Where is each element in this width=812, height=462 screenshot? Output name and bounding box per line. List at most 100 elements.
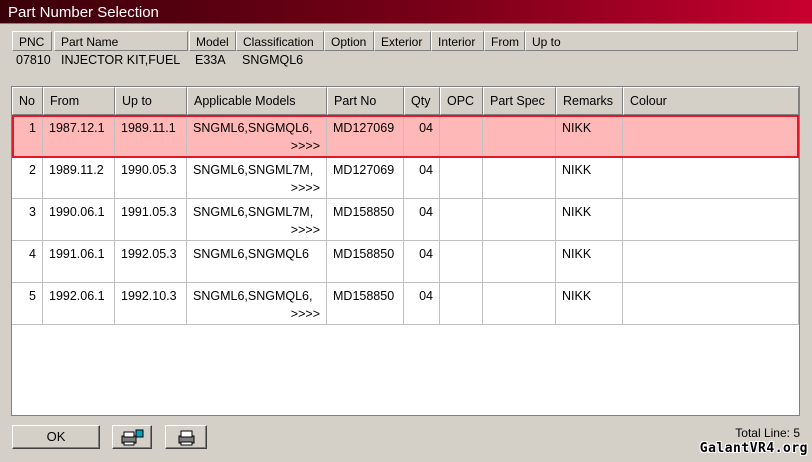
cell-partno-text: MD158850: [333, 205, 395, 219]
print-preview-icon: [121, 429, 144, 446]
cell-models: SNGML6,SNGMQL6, >>>>: [187, 283, 327, 325]
more-models-indicator[interactable]: >>>>: [193, 307, 320, 321]
ok-button[interactable]: OK: [12, 425, 100, 449]
cell-spec: [483, 199, 556, 241]
grid-col-part-spec[interactable]: Part Spec: [483, 87, 556, 115]
cell-models: SNGML6,SNGML7M, >>>>: [187, 157, 327, 199]
header-col-model: Model: [189, 31, 236, 51]
cell-no: 5: [12, 283, 43, 325]
cell-upto: 1989.11.1: [115, 115, 187, 157]
cell-partno: MD158850: [327, 283, 404, 325]
header-col-classification: Classification: [236, 31, 324, 51]
cell-partno-text: MD127069: [333, 121, 395, 135]
cell-models-text: SNGML6,SNGMQL6,: [193, 121, 313, 135]
cell-remarks-text: NIKK: [562, 163, 592, 177]
title-bar: Part Number Selection: [0, 0, 812, 24]
cell-no-text: 2: [29, 163, 36, 177]
table-row[interactable]: 1 1987.12.1 1989.11.1 SNGML6,SNGMQL6, >>>> MD…: [12, 115, 799, 157]
part-info-values: 07810 INJECTOR KIT,FUEL E33A SNGMQL6: [12, 53, 798, 71]
cell-colour: [623, 241, 799, 283]
cell-from: 1990.06.1: [43, 199, 115, 241]
cell-from-text: 1991.06.1: [49, 247, 105, 261]
cell-qty: 04: [404, 115, 440, 157]
cell-remarks-text: NIKK: [562, 247, 592, 261]
grid-col-applicable-models[interactable]: Applicable Models: [187, 87, 327, 115]
header-col-option: Option: [324, 31, 374, 51]
cell-qty: 04: [404, 157, 440, 199]
cell-from: 1989.11.2: [43, 157, 115, 199]
header-col-exterior: Exterior: [374, 31, 431, 51]
cell-no-text: 4: [29, 247, 36, 261]
print-button[interactable]: [165, 425, 207, 449]
cell-partno-text: MD158850: [333, 247, 395, 261]
cell-spec: [483, 241, 556, 283]
cell-models-text: SNGML6,SNGML7M,: [193, 205, 314, 219]
grid-col-from[interactable]: From: [43, 87, 115, 115]
cell-opc: [440, 199, 483, 241]
cell-opc: [440, 283, 483, 325]
cell-qty-text: 04: [419, 247, 433, 261]
more-models-indicator[interactable]: >>>>: [193, 223, 320, 237]
print-preview-button[interactable]: [112, 425, 152, 449]
cell-remarks-text: NIKK: [562, 205, 592, 219]
table-row[interactable]: 5 1992.06.1 1992.10.3 SNGML6,SNGMQL6, >>>> MD…: [12, 283, 799, 325]
cell-colour: [623, 157, 799, 199]
cell-partno-text: MD158850: [333, 289, 395, 303]
cell-from: 1987.12.1: [43, 115, 115, 157]
table-row[interactable]: 2 1989.11.2 1990.05.3 SNGML6,SNGML7M, >>>> MD…: [12, 157, 799, 199]
header-col-part-name: Part Name: [54, 31, 188, 51]
value-pnc: 07810: [16, 53, 51, 67]
header-col-pnc: PNC: [12, 31, 52, 51]
part-number-grid[interactable]: No From Up to Applicable Models Part No …: [11, 86, 800, 416]
cell-remarks: NIKK: [556, 199, 623, 241]
window-title: Part Number Selection: [8, 4, 159, 21]
cell-upto: 1992.10.3: [115, 283, 187, 325]
part-info-header: PNC Part Name Model Classification Optio…: [12, 31, 798, 51]
cell-colour: [623, 199, 799, 241]
cell-qty-text: 04: [419, 163, 433, 177]
cell-partno: MD127069: [327, 157, 404, 199]
grid-col-no[interactable]: No: [12, 87, 43, 115]
cell-no: 1: [12, 115, 43, 157]
grid-col-opc[interactable]: OPC: [440, 87, 483, 115]
cell-remarks-text: NIKK: [562, 289, 592, 303]
cell-remarks: NIKK: [556, 115, 623, 157]
grid-col-qty[interactable]: Qty: [404, 87, 440, 115]
cell-remarks-text: NIKK: [562, 121, 592, 135]
header-col-upto: Up to: [525, 31, 798, 51]
cell-from-text: 1990.06.1: [49, 205, 105, 219]
cell-models-text: SNGML6,SNGML7M,: [193, 163, 314, 177]
cell-upto: 1991.05.3: [115, 199, 187, 241]
cell-from: 1992.06.1: [43, 283, 115, 325]
cell-spec: [483, 283, 556, 325]
cell-upto: 1992.05.3: [115, 241, 187, 283]
cell-remarks: NIKK: [556, 241, 623, 283]
cell-models-text: SNGML6,SNGMQL6,: [193, 289, 313, 303]
cell-no: 2: [12, 157, 43, 199]
header-col-from: From: [484, 31, 525, 51]
cell-opc: [440, 241, 483, 283]
grid-col-colour[interactable]: Colour: [623, 87, 799, 115]
grid-col-upto[interactable]: Up to: [115, 87, 187, 115]
cell-models: SNGML6,SNGMQL6: [187, 241, 327, 283]
cell-qty: 04: [404, 283, 440, 325]
value-model: E33A: [195, 53, 226, 67]
table-row[interactable]: 3 1990.06.1 1991.05.3 SNGML6,SNGML7M, >>>> MD…: [12, 199, 799, 241]
cell-partno-text: MD127069: [333, 163, 395, 177]
table-row[interactable]: 4 1991.06.1 1992.05.3 SNGML6,SNGMQL6 MD15885…: [12, 241, 799, 283]
more-models-indicator[interactable]: >>>>: [193, 181, 320, 195]
cell-qty: 04: [404, 241, 440, 283]
value-part-name: INJECTOR KIT,FUEL: [61, 53, 181, 67]
grid-col-remarks[interactable]: Remarks: [556, 87, 623, 115]
cell-models: SNGML6,SNGML7M, >>>>: [187, 199, 327, 241]
cell-from-text: 1987.12.1: [49, 121, 105, 135]
cell-upto-text: 1992.05.3: [121, 247, 177, 261]
more-models-indicator[interactable]: >>>>: [193, 139, 320, 153]
cell-upto-text: 1990.05.3: [121, 163, 177, 177]
cell-colour: [623, 283, 799, 325]
grid-col-part-no[interactable]: Part No: [327, 87, 404, 115]
cell-upto-text: 1989.11.1: [121, 121, 176, 135]
grid-header: No From Up to Applicable Models Part No …: [12, 87, 799, 115]
cell-partno: MD127069: [327, 115, 404, 157]
cell-remarks: NIKK: [556, 283, 623, 325]
